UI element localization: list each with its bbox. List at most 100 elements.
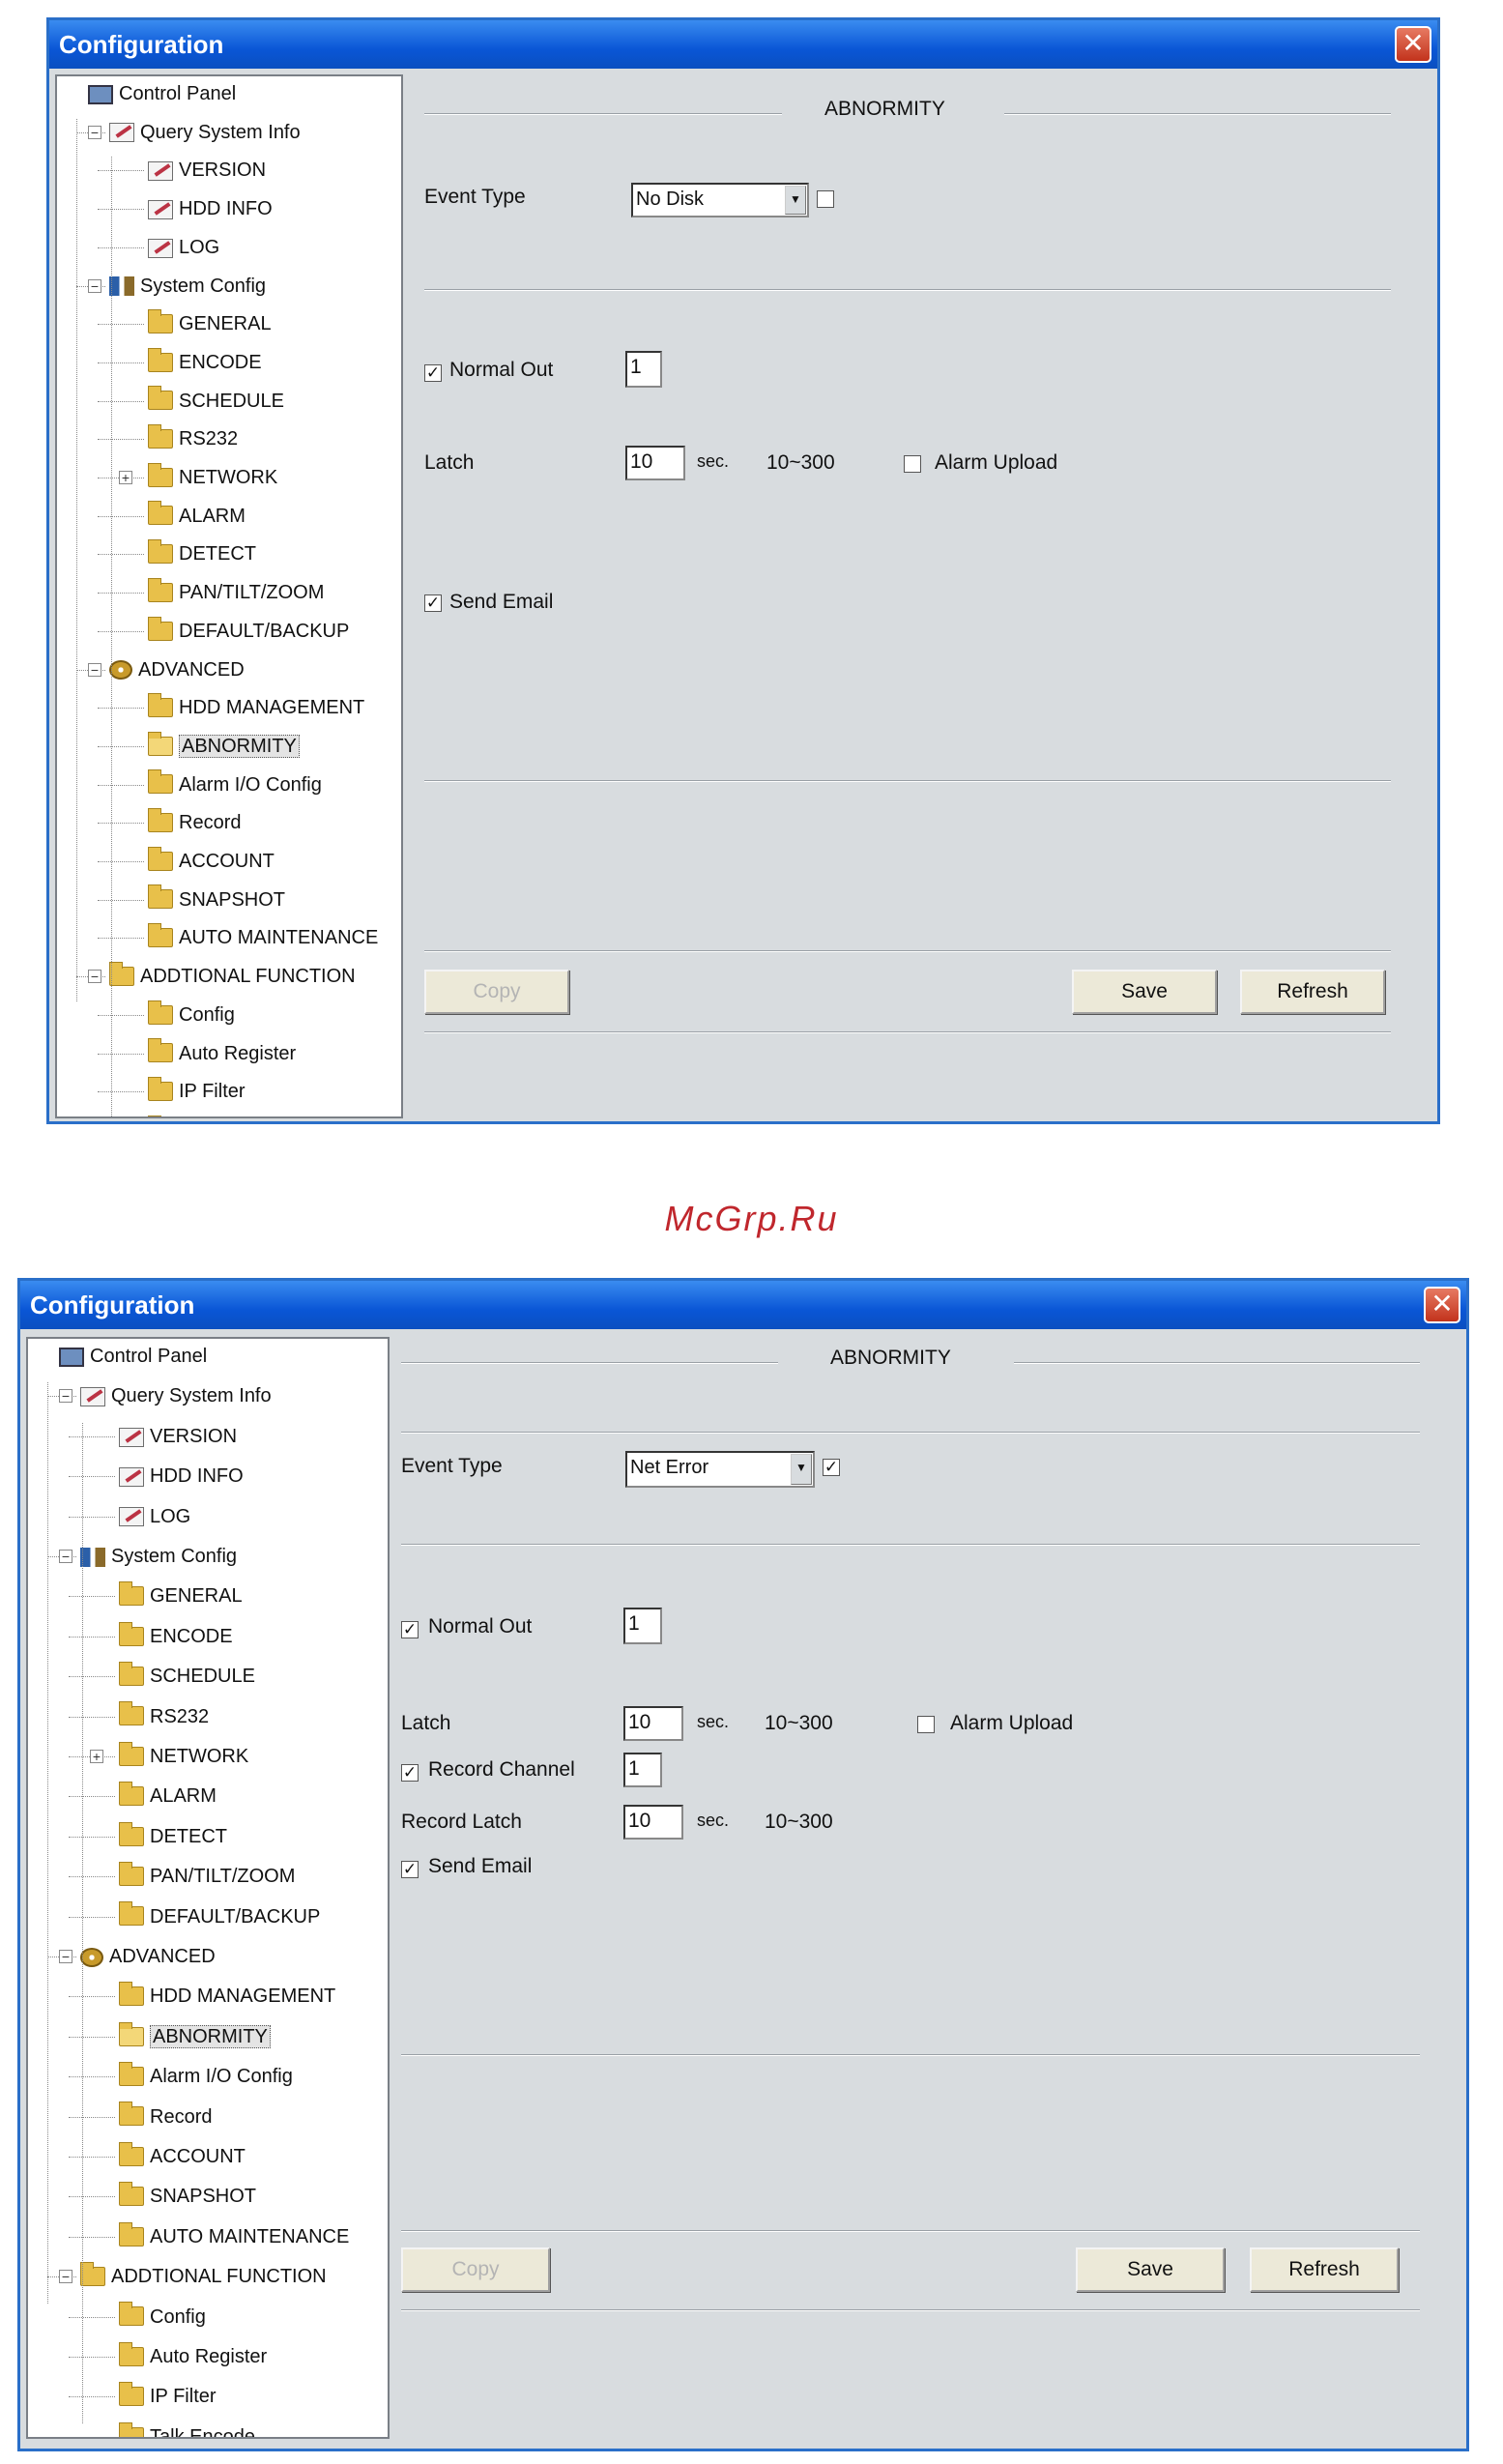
tree-item-hdd-management[interactable]: HDD MANAGEMENT (148, 692, 364, 721)
tree-item-auto-register[interactable]: Auto Register (119, 2341, 267, 2370)
tree-item-rs232[interactable]: RS232 (119, 1701, 209, 1730)
tree-item-alarm-i-o-config[interactable]: Alarm I/O Config (148, 769, 322, 798)
close-button[interactable]: ✕ (1395, 26, 1431, 63)
tree-item-advanced[interactable]: ADVANCED (109, 656, 245, 683)
chevron-down-icon[interactable]: ▼ (785, 186, 806, 215)
tree-item-log[interactable]: LOG (148, 234, 219, 261)
tree-item-auto-register[interactable]: Auto Register (148, 1038, 296, 1067)
alarm-upload-checkbox[interactable] (917, 1716, 935, 1733)
tree-item-detect[interactable]: DETECT (148, 539, 256, 567)
tree-item-snapshot[interactable]: SNAPSHOT (148, 884, 285, 913)
tree-item-account[interactable]: ACCOUNT (119, 2141, 246, 2170)
copy-button[interactable]: Copy (424, 970, 569, 1014)
tree-item-ip-filter[interactable]: IP Filter (148, 1076, 246, 1105)
folder-icon (148, 577, 173, 602)
tree-item-alarm[interactable]: ALARM (119, 1782, 217, 1810)
event-type-enable-checkbox[interactable]: ✓ (823, 1459, 840, 1476)
normal-out-field[interactable]: 1 (623, 1608, 662, 1644)
normal-out-checkbox[interactable]: ✓ (401, 1621, 419, 1638)
tree-item-version[interactable]: VERSION (148, 157, 266, 184)
expand-icon[interactable]: + (119, 471, 132, 484)
close-button[interactable]: ✕ (1424, 1287, 1460, 1323)
record-latch-label: Record Latch (401, 1811, 522, 1833)
tree-item-detect[interactable]: DETECT (119, 1821, 227, 1850)
tree-item-control-panel[interactable]: Control Panel (59, 1343, 207, 1370)
tree-item-talk-encode[interactable]: Talk Encode (119, 2421, 255, 2437)
tree-item-record[interactable]: Record (119, 2102, 212, 2131)
copy-button[interactable]: Copy (401, 2247, 550, 2292)
tree-item-advanced[interactable]: ADVANCED (80, 1943, 216, 1970)
tree-item-schedule[interactable]: SCHEDULE (148, 386, 284, 415)
tree-item-default-backup[interactable]: DEFAULT/BACKUP (148, 616, 349, 645)
tree-item-label: LOG (179, 236, 220, 258)
record-latch-field[interactable]: 10 (623, 1805, 683, 1840)
tree-item-addtional-function[interactable]: ADDTIONAL FUNCTION (80, 2261, 327, 2290)
event-type-label: Event Type (401, 1455, 503, 1477)
tree-item-network[interactable]: NETWORK (148, 462, 277, 491)
tree-item-auto-maintenance[interactable]: AUTO MAINTENANCE (119, 2221, 349, 2250)
refresh-button[interactable]: Refresh (1240, 970, 1385, 1014)
event-type-select[interactable]: No Disk ▼ (631, 183, 809, 217)
tree-item-auto-maintenance[interactable]: AUTO MAINTENANCE (148, 923, 378, 951)
tree-item-network[interactable]: NETWORK (119, 1741, 248, 1770)
tree-item-pan-tilt-zoom[interactable]: PAN/TILT/ZOOM (148, 577, 324, 606)
tree-item-abnormity[interactable]: ABNORMITY (148, 731, 300, 760)
record-channel-field[interactable]: 1 (623, 1753, 662, 1787)
tree-item-general[interactable]: GENERAL (148, 308, 272, 337)
tree-item-encode[interactable]: ENCODE (148, 347, 262, 376)
latch-field[interactable]: 10 (625, 446, 685, 480)
tree-item-hdd-info[interactable]: HDD INFO (148, 195, 273, 222)
tree-item-query-system-info[interactable]: Query System Info (80, 1382, 272, 1409)
record-channel-checkbox[interactable]: ✓ (401, 1764, 419, 1782)
tree-item-config[interactable]: Config (148, 1000, 235, 1029)
alarm-upload-checkbox[interactable] (904, 455, 921, 473)
tree-item-control-panel[interactable]: Control Panel (88, 80, 236, 107)
tree-item-label: ABNORMITY (179, 734, 300, 758)
tree-item-version[interactable]: VERSION (119, 1423, 237, 1450)
collapse-icon[interactable]: − (88, 278, 101, 293)
tree-item-snapshot[interactable]: SNAPSHOT (119, 2182, 256, 2210)
tree-item-encode[interactable]: ENCODE (119, 1621, 233, 1650)
send-email-checkbox[interactable]: ✓ (401, 1861, 419, 1878)
tree-item-pan-tilt-zoom[interactable]: PAN/TILT/ZOOM (119, 1861, 295, 1890)
save-button[interactable]: Save (1072, 970, 1217, 1014)
send-email-checkbox[interactable]: ✓ (424, 594, 442, 612)
collapse-icon[interactable]: − (59, 1950, 72, 1963)
refresh-button[interactable]: Refresh (1250, 2247, 1399, 2292)
tree-item-config[interactable]: Config (119, 2302, 206, 2331)
tree-item-log[interactable]: LOG (119, 1503, 190, 1530)
tree-item-record[interactable]: Record (148, 808, 241, 836)
expand-icon[interactable]: + (90, 1750, 103, 1763)
tree-item-system-config[interactable]: System Config (109, 273, 266, 300)
latch-field[interactable]: 10 (623, 1706, 683, 1741)
tree-item-ip-filter[interactable]: IP Filter (119, 2382, 217, 2410)
event-type-select[interactable]: Net Error ▼ (625, 1451, 815, 1488)
tree-item-alarm-i-o-config[interactable]: Alarm I/O Config (119, 2061, 293, 2090)
normal-out-checkbox[interactable]: ✓ (424, 364, 442, 382)
tree-item-hdd-info[interactable]: HDD INFO (119, 1463, 244, 1490)
tree-item-query-system-info[interactable]: Query System Info (109, 119, 301, 146)
tree-item-hdd-management[interactable]: HDD MANAGEMENT (119, 1982, 335, 2010)
save-button[interactable]: Save (1076, 2247, 1225, 2292)
tree-item-default-backup[interactable]: DEFAULT/BACKUP (119, 1901, 320, 1930)
tree-item-addtional-function[interactable]: ADDTIONAL FUNCTION (109, 961, 356, 990)
chevron-down-icon[interactable]: ▼ (791, 1454, 812, 1485)
tree-item-rs232[interactable]: RS232 (148, 424, 238, 452)
collapse-icon[interactable]: − (88, 662, 101, 677)
collapse-icon[interactable]: − (88, 970, 101, 984)
tree-item-schedule[interactable]: SCHEDULE (119, 1661, 255, 1690)
tree-item-system-config[interactable]: System Config (80, 1543, 237, 1570)
tree-item-alarm[interactable]: ALARM (148, 501, 246, 530)
collapse-icon[interactable]: − (88, 125, 101, 139)
event-type-enable-checkbox[interactable] (817, 190, 834, 208)
collapse-icon[interactable]: − (59, 1550, 72, 1563)
tree-item-account[interactable]: ACCOUNT (148, 846, 275, 875)
collapse-icon[interactable]: − (59, 2270, 72, 2284)
collapse-icon[interactable]: − (59, 1389, 72, 1404)
tree-item-label: System Config (111, 1546, 238, 1567)
tree-item-general[interactable]: GENERAL (119, 1581, 243, 1609)
tree-item-abnormity[interactable]: ABNORMITY (119, 2021, 271, 2050)
normal-out-field[interactable]: 1 (625, 351, 662, 388)
doc-icon (148, 199, 173, 219)
tree-item-talk-encode[interactable]: Talk Encode (148, 1115, 284, 1116)
